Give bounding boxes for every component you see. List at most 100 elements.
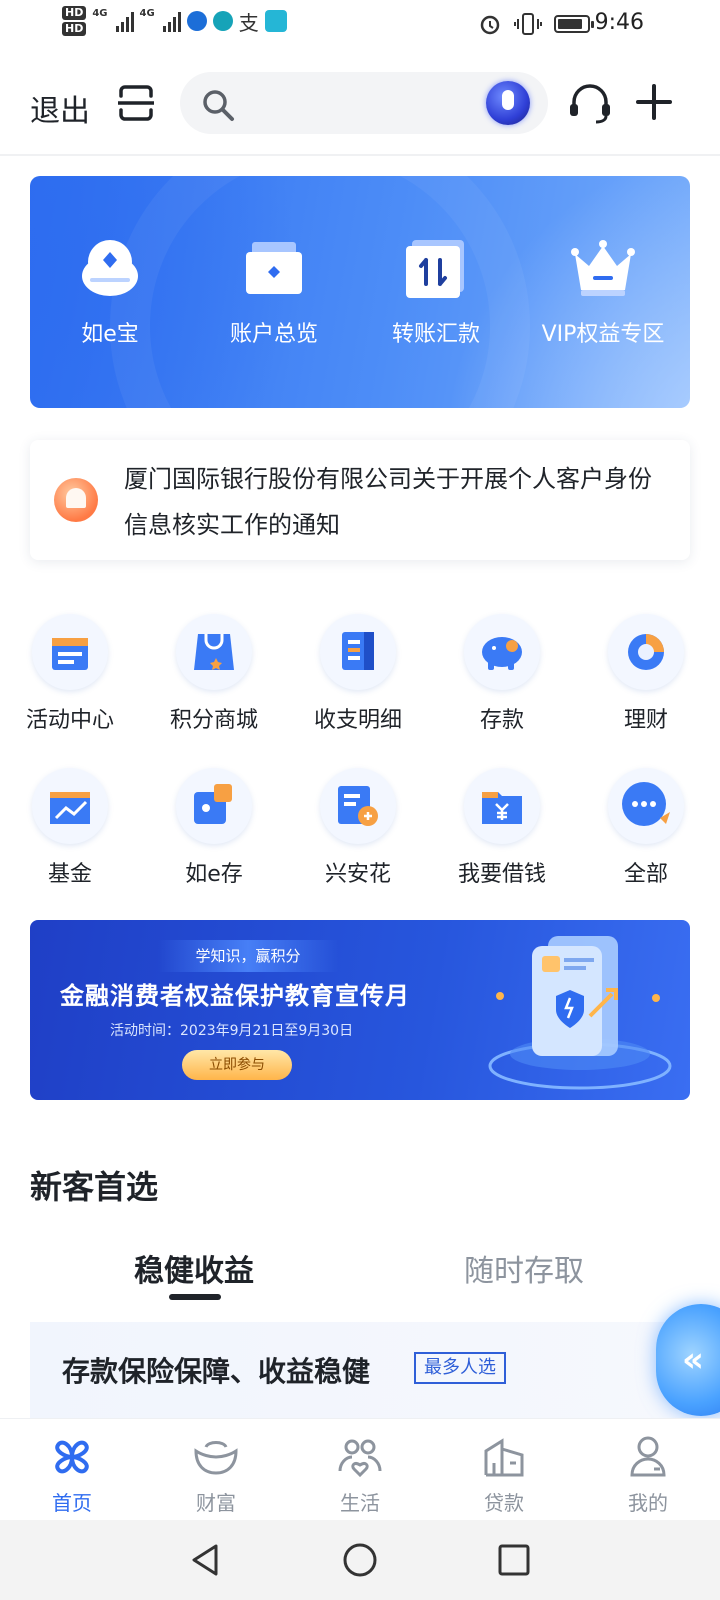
tab-indicator [169,1294,221,1300]
top-header: 退出 [0,60,720,156]
quick-action-account[interactable]: 账户总览 [194,232,354,348]
account-icon [238,232,310,304]
nav-wealth[interactable]: 财富 [144,1433,288,1516]
bottom-nav: 首页 财富 生活 贷款 我的 [0,1418,720,1520]
banner-tag: 学知识，赢积分 [158,940,338,972]
product-promo[interactable]: 存款保险保障、收益稳健 最多人选 [30,1322,720,1422]
system-nav-bar [0,1520,720,1600]
service-label: 收支明细 [313,708,402,733]
nav-life[interactable]: 生活 [288,1433,432,1516]
quick-action-label: VIP权益专区 [541,322,665,347]
quick-action-wallet[interactable]: 如e宝 [30,232,190,348]
floating-expand-button[interactable]: « [656,1304,720,1416]
pie-chart-icon [608,614,684,690]
notice-text: 厦门国际银行股份有限公司关于开展个人客户身份信息核实工作的通知 [124,465,652,539]
tab-flexible-access[interactable]: 随时存取 [464,1246,584,1290]
section-title: 新客首选 [30,1168,159,1206]
wealth-icon [194,1441,238,1475]
loan-icon [484,1438,524,1477]
fund-folder-icon [32,768,108,844]
promo-badge: 最多人选 [414,1352,506,1384]
hd-badge-2: HD [62,22,87,36]
status-bar: HD HD 4G 4G 支 9:46 [0,0,720,48]
service-label: 全部 [623,862,668,887]
service-label: 活动中心 [25,708,114,733]
nav-label: 生活 [340,1491,380,1515]
double-chevron-left-icon: « [682,1340,704,1380]
recents-icon[interactable] [494,1540,534,1580]
nav-label: 财富 [196,1491,236,1515]
alarm-icon [480,15,500,35]
service-label: 如e存 [185,862,243,887]
hd-badge-1: HD [62,6,87,20]
status-right [478,12,594,36]
shopping-bag-icon [176,614,252,690]
search-icon [203,90,234,121]
service-label: 存款 [479,708,524,733]
calendar-icon [32,614,108,690]
service-xinganhua[interactable]: 兴安花 [288,768,428,888]
service-points-mall[interactable]: 积分商城 [144,614,284,734]
shield-phone-illustration [488,936,672,1090]
ledger-icon [320,614,396,690]
quick-action-transfer[interactable]: 转账汇款 [356,232,516,348]
promo-banner[interactable]: 学知识，赢积分 金融消费者权益保护教育宣传月 活动时间：2023年9月21日至9… [30,920,690,1100]
bell-icon [54,478,98,522]
life-icon [338,1439,382,1478]
voice-icon[interactable] [486,81,530,125]
signal-icon [115,10,134,32]
puzzle-icon [176,768,252,844]
nav-home[interactable]: 首页 [0,1433,144,1516]
tab-stable-returns[interactable]: 稳健收益 [134,1246,254,1290]
more-icon [608,768,684,844]
exit-button[interactable]: 退出 [30,86,90,130]
service-wealth-management[interactable]: 理财 [576,614,716,734]
service-label: 积分商城 [169,708,258,733]
transfer-icon [400,232,472,304]
vibrate-icon [514,13,542,35]
service-transaction-detail[interactable]: 收支明细 [288,614,428,734]
join-now-button[interactable]: 立即参与 [182,1050,292,1080]
service-activity-center[interactable]: 活动中心 [0,614,140,734]
service-label: 理财 [623,708,668,733]
battery-icon [554,15,594,33]
card-icon [320,768,396,844]
service-deposit[interactable]: 存款 [432,614,572,734]
hd-indicators: HD HD [62,6,87,36]
status-time: 9:46 [594,10,644,35]
alipay-icon: 支 [238,10,259,35]
signal-icon [162,10,181,32]
app-notification-icon [212,11,233,31]
banner-date: 活动时间：2023年9月21日至9月30日 [110,1023,354,1039]
quick-action-label: 转账汇款 [391,322,480,347]
plus-icon[interactable] [634,82,674,122]
nav-loan[interactable]: 贷款 [432,1433,576,1516]
back-icon[interactable] [186,1540,226,1580]
customer-service-icon[interactable] [568,82,612,126]
service-label: 兴安花 [324,862,391,887]
notice-card[interactable]: 厦门国际银行股份有限公司关于开展个人客户身份信息核实工作的通知 [30,440,690,560]
service-fund[interactable]: 基金 [0,768,140,888]
service-e-deposit[interactable]: 如e存 [144,768,284,888]
nav-profile[interactable]: 我的 [576,1433,720,1516]
service-label: 基金 [47,862,92,887]
scan-icon[interactable] [118,84,154,122]
search-bar[interactable] [180,72,548,134]
nav-label: 我的 [628,1491,668,1515]
service-borrow-money[interactable]: 我要借钱 [432,768,572,888]
crown-icon [567,232,639,304]
nav-label: 首页 [52,1491,92,1515]
network-type-1: 4G [92,8,108,19]
home-circle-icon[interactable] [340,1540,380,1580]
quick-action-card: 如e宝 账户总览 转账汇款 VIP权益专区 [30,176,690,408]
app-notification-icon [186,11,207,31]
loan-folder-icon [464,768,540,844]
nav-label: 贷款 [484,1491,524,1515]
quick-action-vip[interactable]: VIP权益专区 [516,232,690,348]
service-all[interactable]: 全部 [576,768,716,888]
home-icon [55,1440,89,1474]
reader-icon [264,10,287,32]
network-type-2: 4G [139,8,155,19]
profile-icon [630,1436,666,1477]
status-left: HD HD 4G 4G 支 [62,6,287,36]
